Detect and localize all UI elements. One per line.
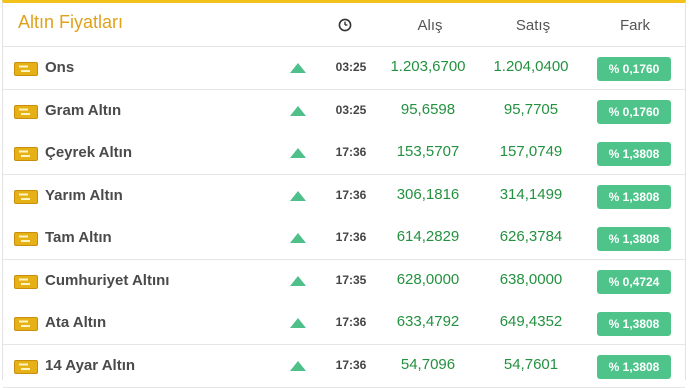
trend-up-icon (290, 318, 306, 328)
gold-prices-panel: Altın Fiyatları Alış Satış Fark Ons 03:25… (2, 0, 686, 388)
gold-bar-icon (14, 274, 38, 289)
gold-type-name[interactable]: Yarım Altın (45, 187, 123, 204)
buy-price: 1.203,6700 (390, 58, 466, 75)
gold-bar-icon (14, 359, 38, 374)
column-header-diff[interactable]: Fark (613, 17, 657, 34)
clock-icon (338, 18, 352, 32)
trend-up-icon (290, 275, 306, 286)
change-badge: % 0,4724 (597, 269, 671, 294)
table-row[interactable]: Tam Altın 17:36 614,2829 626,3784% 1,3808 (3, 217, 685, 260)
gold-bar-icon (14, 62, 38, 76)
sell-price: 157,0749 (499, 143, 563, 160)
gold-type-name[interactable]: Cumhuriyet Altını (45, 272, 169, 289)
gold-type-name[interactable]: 14 Ayar Altın (45, 357, 135, 374)
buy-price: 54,7096 (400, 355, 456, 373)
gold-type-name[interactable]: Ons (45, 59, 74, 76)
trend-up-icon (290, 148, 306, 158)
sell-price: 54,7601 (503, 355, 559, 373)
change-badge: % 1,3808 (597, 312, 671, 336)
buy-price: 633,4792 (396, 313, 460, 330)
gold-bar-icon (14, 104, 38, 119)
table-row[interactable]: Cumhuriyet Altını 17:35 628,0000 638,0000% … (3, 259, 685, 303)
table-row[interactable]: Ons 03:25 1.203,6700 1.204,0400% 0,1760 (3, 47, 685, 90)
gold-bar-icon (14, 147, 38, 161)
change-badge: % 0,1760 (597, 99, 671, 124)
buy-price: 306,1816 (396, 185, 460, 203)
gold-type-name[interactable]: Çeyrek Altın (45, 144, 132, 161)
table-row[interactable]: Yarım Altın 17:36 306,1816 314,1499% 1,3808 (3, 174, 685, 218)
table-row[interactable]: Gram Altın 03:25 95,6598 95,7705% 0,1760 (3, 89, 685, 133)
change-badge: % 1,3808 (597, 354, 671, 379)
sell-price: 314,1499 (499, 185, 563, 203)
trend-up-icon (290, 63, 306, 73)
table-header: Altın Fiyatları Alış Satış Fark (3, 3, 685, 47)
buy-price: 153,5707 (396, 143, 460, 160)
gold-bar-icon (14, 189, 38, 204)
buy-price: 614,2829 (396, 228, 460, 245)
table-row[interactable]: Ata Altın 17:36 633,4792 649,4352% 1,3808 (3, 302, 685, 345)
gold-type-name[interactable]: Ata Altın (45, 314, 106, 331)
trend-up-icon (290, 360, 306, 371)
change-badge: % 1,3808 (597, 184, 671, 209)
column-header-sell[interactable]: Satış (508, 17, 558, 34)
trend-up-icon (290, 233, 306, 243)
gold-type-name[interactable]: Tam Altın (45, 229, 112, 246)
trend-up-icon (290, 190, 306, 201)
gold-bar-icon (14, 232, 38, 246)
sell-price: 1.204,0400 (493, 58, 569, 75)
panel-title: Altın Fiyatları (18, 12, 124, 32)
buy-price: 628,0000 (396, 270, 460, 288)
buy-price: 95,6598 (400, 100, 456, 118)
change-badge: % 1,3808 (597, 142, 671, 166)
sell-price: 95,7705 (503, 100, 559, 118)
change-badge: % 0,1760 (597, 57, 671, 81)
gold-type-name[interactable]: Gram Altın (45, 102, 121, 119)
gold-bar-icon (14, 317, 38, 331)
sell-price: 626,3784 (499, 228, 563, 245)
table-row[interactable]: Çeyrek Altın 17:36 153,5707 157,0749% 1,380… (3, 132, 685, 175)
change-badge: % 1,3808 (597, 227, 671, 251)
column-header-buy[interactable]: Alış (405, 17, 455, 34)
sell-price: 649,4352 (499, 313, 563, 330)
trend-up-icon (290, 105, 306, 116)
sell-price: 638,0000 (499, 270, 563, 288)
table-row[interactable]: 14 Ayar Altın 17:36 54,7096 54,7601% 1,3808 (3, 344, 685, 388)
